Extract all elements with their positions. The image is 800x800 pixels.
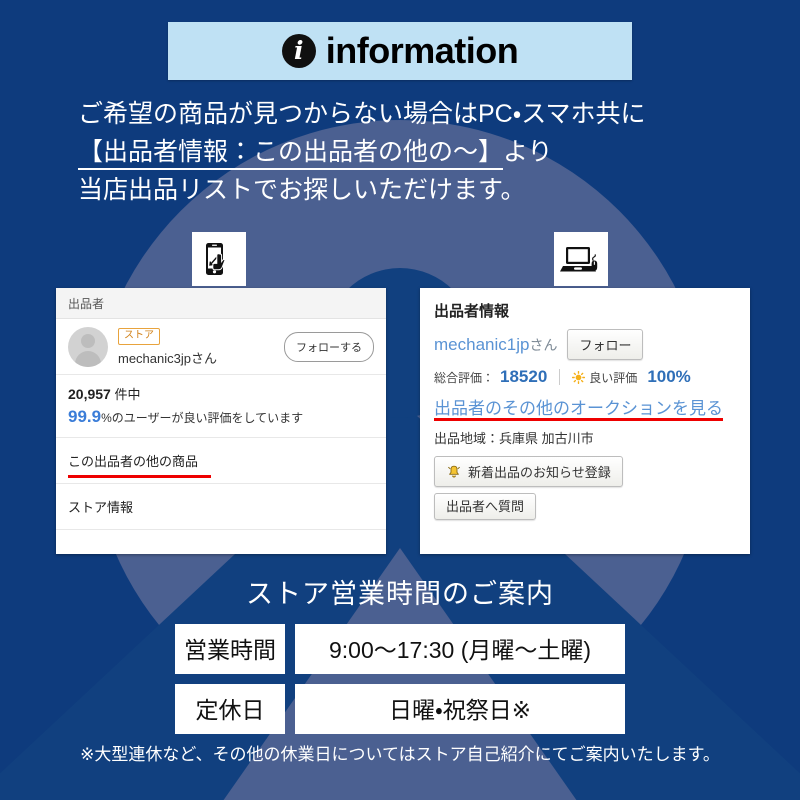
pc-seller-area: 出品地域：兵庫県 加古川市 — [434, 431, 594, 446]
pc-eval-label: 総合評価： — [434, 370, 495, 385]
sp-row-other-items-label: この出品者の他の商品 — [68, 454, 199, 469]
sp-rating-percent: 99.9 — [68, 407, 102, 426]
information-banner-image: i information ご希望の商品が見つからない場合はPC・スマホ共に 【… — [0, 0, 800, 800]
pc-other-auctions-label: 出品者のその他のオークションを見る — [434, 399, 723, 418]
lead-line-2-tail: より — [503, 138, 553, 166]
lead-line-3: 当店出品リストでお探しいただけます。 — [78, 176, 526, 204]
pc-card-title: 出品者情報 — [434, 303, 510, 320]
sp-rating-count-line: 20,957 件中 — [68, 384, 374, 403]
pc-notify-button[interactable]: 新着出品のお知らせ登録 — [434, 456, 623, 487]
pc-eval-divider — [559, 369, 561, 385]
sp-row-store-info[interactable]: ストア情報 — [56, 484, 386, 530]
sp-rating-count-suffix: 件中 — [114, 387, 141, 402]
pc-good-value: 100% — [647, 367, 691, 386]
sp-row-other-items[interactable]: この出品者の他の商品 — [56, 438, 386, 484]
information-header-banner: i information — [168, 22, 632, 80]
hours-row-value: 9:00〜17:30 (月曜〜土曜) — [295, 624, 625, 674]
sp-rating-count: 20,957 — [68, 386, 111, 402]
lead-line-2-underlined: 【出品者情報：この出品者の他の～】 — [78, 138, 504, 170]
sp-row-store-info-label: ストア情報 — [68, 500, 134, 515]
hours-section-title: ストア営業時間のご案内 — [246, 579, 554, 609]
red-underline-highlight — [68, 475, 211, 478]
pc-user-row: mechanic1jpさん フォロー — [434, 329, 736, 360]
lead-paragraph: ご希望の商品が見つからない場合はPC・スマホ共に 【出品者情報：この出品者の他の… — [78, 95, 738, 209]
smartphone-tap-icon — [192, 232, 246, 286]
pc-evaluation-row: 総合評価： 18520 良い評価 100% — [434, 367, 736, 387]
pc-seller-card: 出品者情報 mechanic1jpさん フォロー 総合評価： 18520 良い評… — [420, 288, 750, 554]
hours-row-label: 定休日 — [175, 684, 285, 734]
avatar — [68, 326, 108, 367]
sp-user-row: ストア mechanic3jpさん フォローする — [56, 319, 386, 375]
hours-row: 営業時間 9:00〜17:30 (月曜〜土曜) — [175, 624, 625, 674]
sp-follow-button[interactable]: フォローする — [284, 331, 374, 362]
information-circle-icon: i — [281, 34, 316, 68]
footnote: ※大型連休など、その他の休業日についてはストア自己紹介にてご案内いたします。 — [80, 745, 720, 764]
laptop-mouse-icon — [554, 232, 608, 286]
pc-notify-label: 新着出品のお知らせ登録 — [468, 465, 611, 480]
sp-rating-percent-line: 99.9%のユーザーが良い評価をしています — [68, 407, 374, 427]
sp-user-meta: ストア mechanic3jpさん — [118, 326, 284, 367]
sun-icon — [572, 370, 586, 384]
pc-username-text: mechanic1jp — [434, 334, 530, 354]
hours-table: 営業時間 9:00〜17:30 (月曜〜土曜) 定休日 日曜・祝祭日※ — [175, 624, 625, 744]
pc-good-label: 良い評価 — [589, 370, 638, 385]
pc-username-suffix: さん — [529, 336, 558, 353]
hours-row-label: 営業時間 — [175, 624, 285, 674]
pc-question-button[interactable]: 出品者へ質問 — [434, 493, 537, 520]
sp-rating-block: 20,957 件中 99.9%のユーザーが良い評価をしています — [56, 375, 386, 438]
pc-other-auctions-link[interactable]: 出品者のその他のオークションを見る — [434, 394, 723, 421]
sp-username: mechanic3jpさん — [118, 351, 217, 366]
pc-follow-button[interactable]: フォロー — [567, 329, 644, 360]
lead-line-1: ご希望の商品が見つからない場合はPC・スマホ共に — [78, 100, 646, 128]
bell-icon — [448, 465, 460, 477]
hours-row: 定休日 日曜・祝祭日※ — [175, 684, 625, 734]
smartphone-seller-card: 出品者 ストア mechanic3jpさん フォローする 20,957 件中 9… — [56, 288, 386, 554]
pc-username[interactable]: mechanic1jpさん — [434, 335, 557, 355]
store-badge: ストア — [118, 328, 160, 345]
pc-eval-value: 18520 — [500, 367, 548, 386]
lead-line-2: 【出品者情報：この出品者の他の～】より — [78, 133, 738, 171]
hours-row-value: 日曜・祝祭日※ — [295, 684, 625, 734]
sp-rating-percent-suffix: %のユーザーが良い評価をしています — [101, 411, 304, 425]
red-underline-highlight — [434, 418, 723, 421]
banner-title: information — [325, 30, 519, 71]
sp-card-header: 出品者 — [56, 288, 386, 319]
